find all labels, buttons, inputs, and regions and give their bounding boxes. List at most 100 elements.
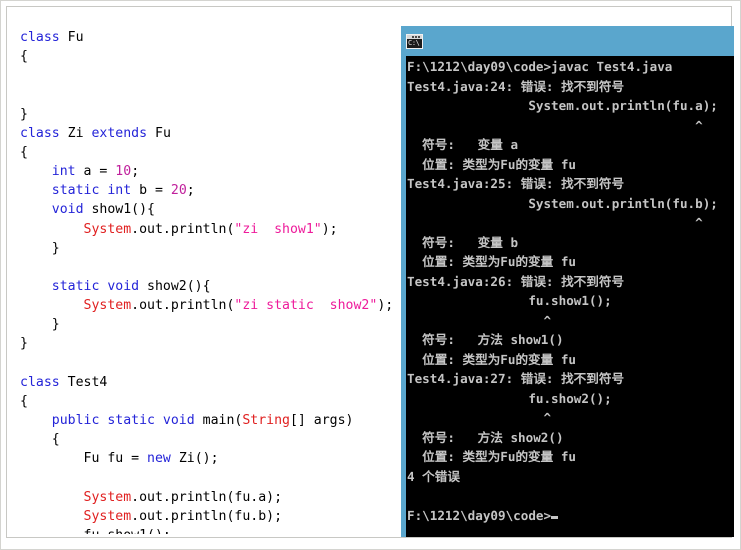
- console-line-12: Test4.java:26: 错误: 找不到符号: [407, 273, 625, 289]
- code-line-21: public static void main(String[] args): [20, 411, 393, 430]
- code-token: System: [83, 508, 132, 524]
- code-token: .out.println(fu.a);: [131, 489, 283, 505]
- console-line-20: 符号: 方法 show2(): [407, 429, 564, 445]
- code-line-14: static void show2(){: [20, 277, 393, 296]
- console-line-5: 符号: 变量 a: [407, 137, 519, 152]
- console-line-2: Test4.java:24: 错误: 找不到符号: [407, 78, 625, 94]
- console-line-4: ^: [407, 117, 703, 133]
- console-output-text: F:\1212\day09\code>javac Test4.java Test4…: [407, 57, 718, 525]
- code-token: main(: [194, 413, 243, 428]
- code-token: int: [51, 164, 76, 180]
- code-line-10: void show1(){: [20, 200, 393, 219]
- code-token: Fu fu =: [20, 451, 148, 467]
- console-line-11: 位置: 类型为Fu的变量 fu: [407, 254, 576, 269]
- console-line-15: 符号: 方法 show1(): [407, 332, 564, 347]
- code-token: class: [20, 30, 68, 46]
- code-line-17: }: [20, 334, 393, 353]
- console-line-19: ^: [407, 410, 552, 425]
- code-line-12: }: [20, 239, 393, 258]
- code-token: }: [20, 106, 28, 122]
- code-token: Zi();: [170, 451, 219, 467]
- console-line-23: [407, 486, 718, 506]
- console-line-1: F:\1212\day09\code>javac Test4.java: [407, 59, 673, 74]
- icon-dot-1: [412, 36, 414, 38]
- code-token: {: [20, 145, 28, 161]
- code-token: class: [20, 125, 68, 141]
- code-token: {: [20, 49, 28, 65]
- code-token: Test4: [67, 374, 108, 390]
- code-line-20: {: [20, 392, 393, 411]
- code-token: System: [83, 298, 132, 314]
- console-titlebar[interactable]: C:\: [401, 26, 734, 56]
- code-token: public static void: [51, 413, 195, 428]
- code-token: }: [20, 317, 60, 333]
- console-line-24: F:\1212\day09\code>: [407, 506, 718, 526]
- console-line-7: Test4.java:25: 错误: 找不到符号: [407, 176, 625, 191]
- code-token: );: [321, 221, 338, 237]
- code-token: String: [242, 413, 290, 428]
- code-line-8: int a = 10;: [20, 162, 393, 181]
- console-line-3: System.out.println(fu.a);: [407, 98, 718, 113]
- code-token: .out.println(: [131, 221, 235, 237]
- code-token: [] args): [289, 413, 354, 428]
- code-token: {: [20, 393, 28, 409]
- code-token: show2(){: [139, 279, 211, 295]
- code-token: "zi static show2": [234, 298, 378, 314]
- code-token: b =: [131, 183, 171, 199]
- code-line-26: System.out.println(fu.b);: [20, 507, 393, 526]
- code-line-2: {: [20, 47, 393, 66]
- code-token: extends: [91, 125, 155, 141]
- code-line-1: class Fu: [20, 28, 393, 47]
- code-token: show1(){: [83, 202, 155, 218]
- code-line-16: }: [20, 315, 393, 334]
- code-token: );: [377, 298, 394, 314]
- code-line-19: class Test4: [20, 373, 393, 392]
- code-token: "zi show1": [234, 221, 322, 237]
- code-token: System: [83, 489, 132, 505]
- console-line-10: 符号: 变量 b: [407, 234, 519, 250]
- console-line-13: fu.show1();: [407, 293, 612, 308]
- code-token: }: [20, 240, 60, 256]
- console-line-6: 位置: 类型为Fu的变量 fu: [407, 156, 576, 172]
- command-prompt-window[interactable]: C:\ F:\1212\day09\code>javac Test4.java T…: [401, 26, 734, 537]
- code-token: static void: [51, 279, 140, 295]
- console-line-16: 位置: 类型为Fu的变量 fu: [407, 351, 576, 367]
- code-token: Fu: [155, 125, 171, 141]
- code-line-11: System.out.println("zi show1");: [20, 220, 393, 239]
- code-token: Fu: [67, 30, 84, 46]
- icon-dot-3: [418, 36, 420, 38]
- code-token: .out.println(fu.b);: [131, 508, 283, 524]
- code-token: ;: [186, 183, 195, 199]
- java-source-code[interactable]: class Fu { } class Zi extends Fu { int a = …: [20, 28, 393, 534]
- icon-dot-2: [415, 36, 417, 38]
- code-token: class: [20, 374, 68, 390]
- code-line-25: System.out.println(fu.a);: [20, 488, 393, 507]
- application-frame: class Fu { } class Zi extends Fu { int a = …: [0, 0, 741, 550]
- code-token: }: [20, 336, 28, 352]
- code-line-6: class Zi extends Fu: [20, 124, 393, 143]
- code-token: ;: [131, 164, 140, 180]
- code-line-9: static int b = 20;: [20, 181, 393, 200]
- icon-prompt-text: C:\: [408, 39, 420, 47]
- code-token: a =: [75, 164, 116, 180]
- code-line-22: {: [20, 430, 393, 449]
- code-line-5: }: [20, 105, 393, 124]
- command-prompt-icon: C:\: [406, 34, 423, 49]
- console-output-area[interactable]: F:\1212\day09\code>javac Test4.java Test4…: [406, 56, 734, 537]
- code-token: static int: [51, 183, 132, 199]
- console-line-17: Test4.java:27: 错误: 找不到符号: [407, 371, 625, 386]
- code-token: System: [83, 221, 132, 237]
- console-line-14: ^: [407, 312, 552, 328]
